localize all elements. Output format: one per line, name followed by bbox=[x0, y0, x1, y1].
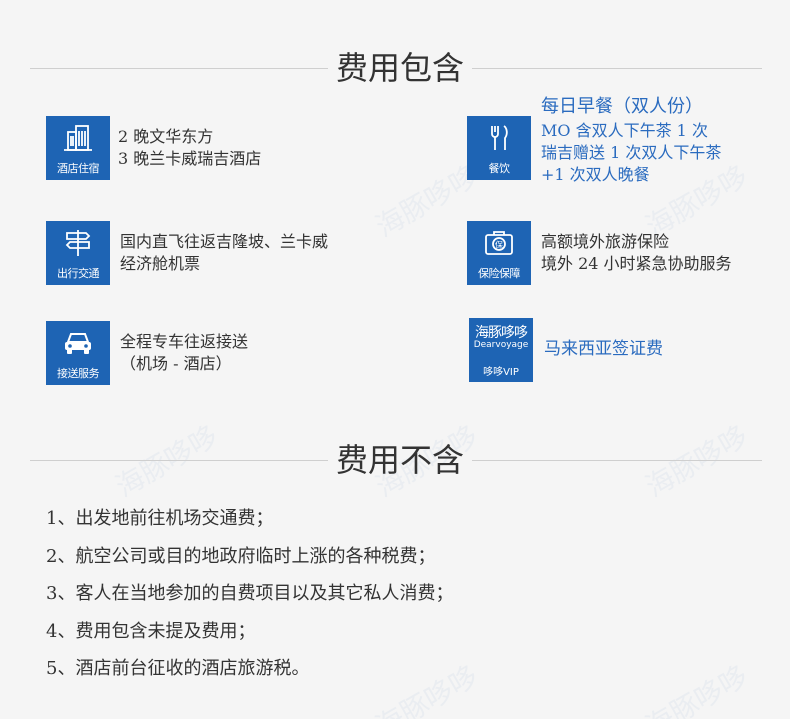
item-line: 3 晚兰卡威瑞吉酒店 bbox=[118, 149, 262, 168]
excluded-section-header: 费用不含 bbox=[0, 440, 790, 480]
svg-text:保: 保 bbox=[495, 240, 503, 250]
item-line: 国内直飞往返吉隆坡、兰卡威 bbox=[120, 232, 329, 251]
item-line: +1 次双人晚餐 bbox=[541, 165, 650, 184]
icon-label: 出行交通 bbox=[57, 267, 100, 280]
item-line: 经济舱机票 bbox=[120, 254, 201, 273]
divider bbox=[472, 460, 762, 461]
insurance-icon: 保 保险保障 bbox=[467, 221, 531, 285]
item-line: 境外 24 小时紧急协助服务 bbox=[541, 254, 732, 273]
item-line: 瑞吉赠送 1 次双人下午茶 bbox=[541, 143, 722, 162]
brand-logo: 海豚哆哆 Dearvoyage 哆哆VIP bbox=[469, 318, 533, 382]
item-heading: 每日早餐（双人份） bbox=[541, 96, 703, 117]
item-line: 高额境外旅游保险 bbox=[541, 232, 670, 251]
brand-name-en: Dearvoyage bbox=[473, 340, 529, 350]
signpost-icon: 出行交通 bbox=[46, 221, 110, 285]
brand-name-cn: 海豚哆哆 bbox=[475, 325, 528, 341]
list-item: 3、客人在当地参加的自费项目以及其它私人消费； bbox=[46, 583, 454, 604]
item-line: 全程专车往返接送 bbox=[120, 332, 249, 351]
car-icon: 接送服务 bbox=[46, 321, 110, 385]
icon-label: 接送服务 bbox=[57, 367, 100, 380]
excluded-title: 费用不含 bbox=[335, 441, 464, 479]
item-line: MO 含双人下午茶 1 次 bbox=[541, 121, 708, 140]
list-item: 1、出发地前往机场交通费； bbox=[46, 508, 274, 529]
included-section-header: 费用包含 bbox=[0, 48, 790, 88]
icon-label: 哆哆VIP bbox=[483, 367, 519, 378]
item-line: 马来西亚签证费 bbox=[544, 339, 663, 359]
divider bbox=[30, 68, 328, 69]
excluded-list: 1、出发地前往机场交通费； 2、航空公司或目的地政府临时上涨的各种税费； 3、客… bbox=[46, 500, 453, 688]
hotel-icon: 酒店住宿 bbox=[46, 116, 110, 180]
included-title: 费用包含 bbox=[335, 49, 464, 87]
icon-label: 保险保障 bbox=[478, 267, 521, 280]
list-item: 4、费用包含未提及费用； bbox=[46, 620, 256, 642]
divider bbox=[472, 68, 762, 69]
icon-label: 餐饮 bbox=[488, 162, 511, 175]
list-item: 5、酒店前台征收的酒店旅游税。 bbox=[46, 658, 310, 679]
icon-label: 酒店住宿 bbox=[57, 162, 100, 175]
watermark: 海豚哆哆 bbox=[640, 659, 754, 719]
dining-icon: 餐饮 bbox=[467, 116, 531, 180]
divider bbox=[30, 460, 328, 461]
item-line: （机场 - 酒店） bbox=[120, 354, 232, 373]
item-line: 2 晚文华东方 bbox=[118, 127, 214, 146]
list-item: 2、航空公司或目的地政府临时上涨的各种税费； bbox=[46, 545, 436, 567]
